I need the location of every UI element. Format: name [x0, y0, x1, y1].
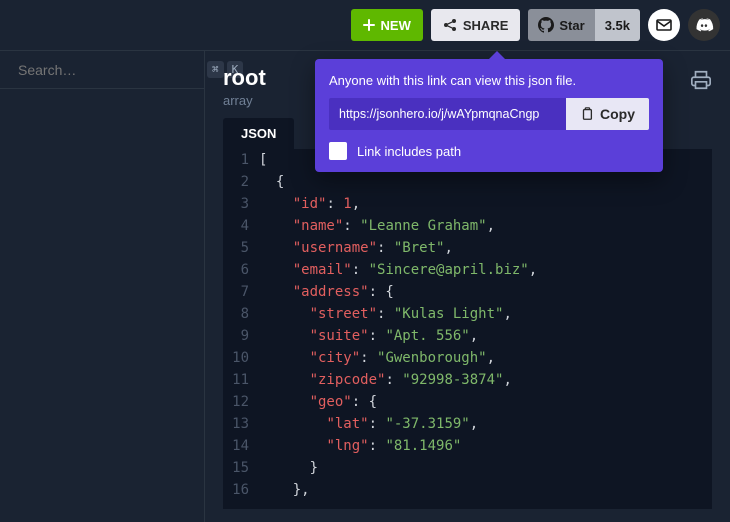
- line-number: 9: [223, 325, 259, 347]
- line-number: 15: [223, 457, 259, 479]
- page-subtitle: array: [223, 93, 266, 108]
- code-line: 5 "username": "Bret",: [223, 237, 712, 259]
- discord-button[interactable]: [688, 9, 720, 41]
- code-line: 4 "name": "Leanne Graham",: [223, 215, 712, 237]
- share-button[interactable]: SHARE: [431, 9, 521, 41]
- include-path-label: Link includes path: [357, 144, 461, 159]
- code-line: 7 "address": {: [223, 281, 712, 303]
- discord-icon: [694, 15, 714, 35]
- new-button-label: NEW: [381, 18, 411, 33]
- code-line: 11 "zipcode": "92998-3874",: [223, 369, 712, 391]
- code-content: "lat": "-37.3159",: [259, 413, 478, 435]
- share-popover: Anyone with this link can view this json…: [315, 59, 663, 172]
- line-number: 13: [223, 413, 259, 435]
- github-star-label: Star: [559, 18, 584, 33]
- page-title: root: [223, 65, 266, 91]
- code-line: 9 "suite": "Apt. 556",: [223, 325, 712, 347]
- copy-button-label: Copy: [600, 106, 635, 122]
- code-line: 2 {: [223, 171, 712, 193]
- code-content: "address": {: [259, 281, 394, 303]
- line-number: 16: [223, 479, 259, 501]
- line-number: 4: [223, 215, 259, 237]
- line-number: 8: [223, 303, 259, 325]
- include-path-checkbox[interactable]: [329, 142, 347, 160]
- code-content: "email": "Sincere@april.biz",: [259, 259, 537, 281]
- printer-icon: [690, 69, 712, 91]
- line-number: 1: [223, 149, 259, 171]
- code-line: 13 "lat": "-37.3159",: [223, 413, 712, 435]
- code-content: "id": 1,: [259, 193, 360, 215]
- share-description: Anyone with this link can view this json…: [329, 73, 649, 88]
- code-line: 3 "id": 1,: [223, 193, 712, 215]
- code-line: 8 "street": "Kulas Light",: [223, 303, 712, 325]
- code-line: 10 "city": "Gwenborough",: [223, 347, 712, 369]
- code-content: "zipcode": "92998-3874",: [259, 369, 512, 391]
- code-line: 12 "geo": {: [223, 391, 712, 413]
- new-button[interactable]: NEW: [351, 9, 423, 41]
- topbar: NEW SHARE Star 3.5k: [0, 0, 730, 50]
- github-icon: [538, 17, 554, 33]
- print-button[interactable]: [690, 69, 712, 91]
- line-number: 5: [223, 237, 259, 259]
- line-number: 11: [223, 369, 259, 391]
- copy-button[interactable]: Copy: [566, 98, 649, 130]
- line-number: 7: [223, 281, 259, 303]
- github-count: 3.5k: [595, 9, 640, 41]
- tab-json[interactable]: JSON: [223, 118, 294, 149]
- sidebar: ⌘ K: [0, 50, 205, 522]
- search-input[interactable]: [18, 62, 199, 78]
- code-editor[interactable]: 1[2 {3 "id": 1,4 "name": "Leanne Graham"…: [223, 149, 712, 509]
- share-icon: [443, 18, 457, 32]
- github-button[interactable]: Star 3.5k: [528, 9, 640, 41]
- clipboard-icon: [580, 107, 594, 121]
- line-number: 12: [223, 391, 259, 413]
- code-content: "city": "Gwenborough",: [259, 347, 495, 369]
- mail-button[interactable]: [648, 9, 680, 41]
- code-line: 14 "lng": "81.1496": [223, 435, 712, 457]
- mail-icon: [655, 16, 673, 34]
- code-content: {: [259, 171, 284, 193]
- code-content: },: [259, 479, 310, 501]
- code-content: "username": "Bret",: [259, 237, 453, 259]
- code-content: "name": "Leanne Graham",: [259, 215, 495, 237]
- line-number: 10: [223, 347, 259, 369]
- line-number: 2: [223, 171, 259, 193]
- line-number: 6: [223, 259, 259, 281]
- code-line: 6 "email": "Sincere@april.biz",: [223, 259, 712, 281]
- code-line: 15 }: [223, 457, 712, 479]
- plus-icon: [363, 19, 375, 31]
- line-number: 14: [223, 435, 259, 457]
- code-line: 16 },: [223, 479, 712, 501]
- code-content: [: [259, 149, 267, 171]
- line-number: 3: [223, 193, 259, 215]
- code-content: "street": "Kulas Light",: [259, 303, 512, 325]
- code-content: }: [259, 457, 318, 479]
- code-content: "geo": {: [259, 391, 377, 413]
- share-button-label: SHARE: [463, 18, 509, 33]
- search-bar[interactable]: ⌘ K: [0, 51, 204, 89]
- code-content: "suite": "Apt. 556",: [259, 325, 478, 347]
- code-content: "lng": "81.1496": [259, 435, 461, 457]
- main-panel: root array JSON 1[2 {3 "id": 1,4 "name":…: [205, 50, 730, 522]
- share-url-input[interactable]: [329, 98, 566, 130]
